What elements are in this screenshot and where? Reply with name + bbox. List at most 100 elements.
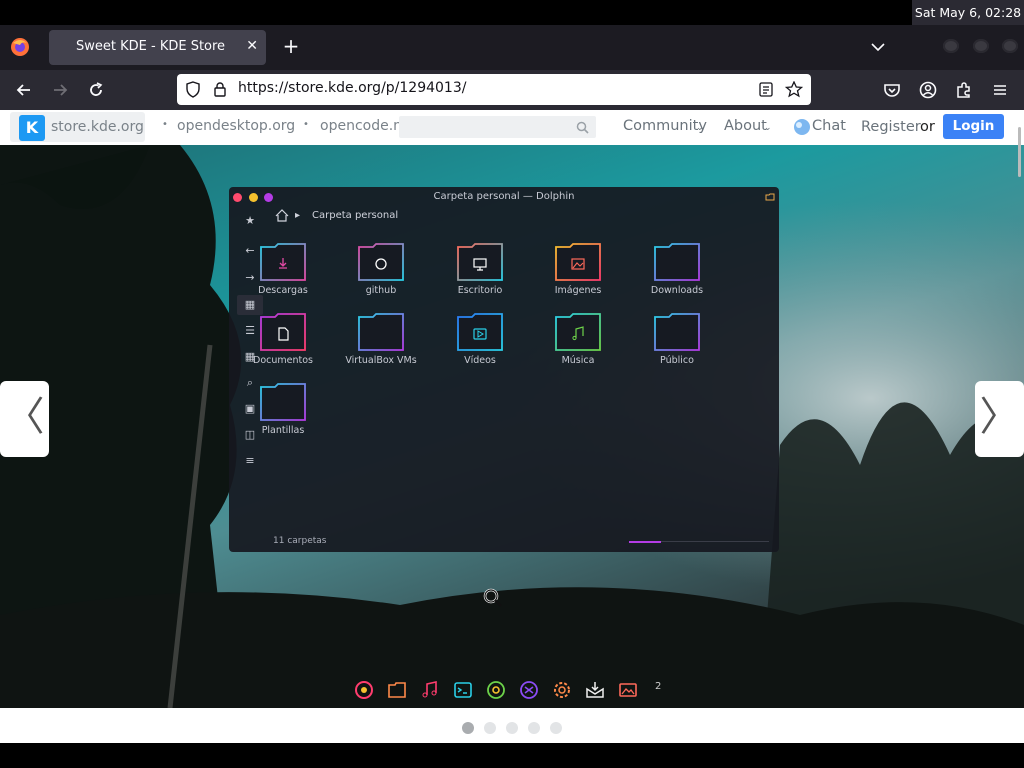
star-icon[interactable]: ★ xyxy=(243,214,257,228)
folder-label: Escritorio xyxy=(457,285,503,296)
browser-tab-strip: Sweet KDE - KDE Store ✕ + xyxy=(0,25,1024,70)
tracking-protection-shield-icon[interactable] xyxy=(185,81,201,98)
folder-label: Público xyxy=(660,355,694,366)
folder-item[interactable]: Plantillas xyxy=(238,383,328,445)
folder-label: Plantillas xyxy=(261,425,305,436)
folder-item[interactable]: Downloads xyxy=(632,243,722,305)
dock: 2 xyxy=(350,675,675,705)
firefox-icon[interactable] xyxy=(354,680,374,700)
back-arrow-icon[interactable] xyxy=(14,80,34,100)
slide-pager xyxy=(0,718,1024,738)
page-scrollbar[interactable] xyxy=(1018,127,1021,177)
folder-item[interactable]: Vídeos xyxy=(435,313,525,375)
reader-view-icon[interactable] xyxy=(759,82,773,97)
list-all-tabs-icon[interactable] xyxy=(870,39,886,55)
or-text: or xyxy=(920,119,935,135)
chevron-down-icon: ⌄ xyxy=(764,123,772,133)
folder-label: Música xyxy=(561,355,595,366)
bookmark-star-icon[interactable] xyxy=(785,81,803,98)
window-maximize-button[interactable] xyxy=(973,39,989,53)
browser-nav-bar: https://store.kde.org/p/1294013/ xyxy=(0,70,1024,110)
nav-community[interactable]: Community xyxy=(623,118,707,134)
chrome-icon[interactable] xyxy=(486,680,506,700)
zoom-out-cursor-icon xyxy=(483,588,502,607)
folder-item[interactable]: Descargas xyxy=(238,243,328,305)
menu-hamburger-icon[interactable] xyxy=(990,80,1010,100)
tab-title: Sweet KDE - KDE Store xyxy=(76,39,226,54)
menu-icon[interactable]: ≡ xyxy=(243,454,257,468)
folder-icon[interactable] xyxy=(387,680,407,700)
status-text: 11 carpetas xyxy=(273,536,327,546)
pager-dot[interactable] xyxy=(506,722,518,734)
image-viewer-icon[interactable] xyxy=(618,680,638,700)
dolphin-window[interactable]: Carpeta personal — Dolphin ★ ← → ▦ ☰ ▦ ⌕… xyxy=(229,187,779,552)
desktop-folder-icon xyxy=(457,243,503,281)
account-icon[interactable] xyxy=(918,80,938,100)
url-bar[interactable]: https://store.kde.org/p/1294013/ xyxy=(177,74,811,105)
plain-folder-icon xyxy=(654,243,700,281)
forward-arrow-icon[interactable] xyxy=(50,80,70,100)
new-tab-button[interactable]: + xyxy=(279,34,303,58)
folder-item[interactable]: Música xyxy=(533,313,623,375)
folder-label: Documentos xyxy=(253,355,313,366)
separator-dot: • xyxy=(162,119,168,130)
site-header: K store.kde.org • opendesktop.org • open… xyxy=(0,110,1024,145)
window-minimize-button[interactable] xyxy=(943,39,959,53)
pager-dot[interactable] xyxy=(484,722,496,734)
folder-item[interactable]: github xyxy=(336,243,426,305)
login-button[interactable]: Login xyxy=(943,114,1004,139)
folder-label: VirtualBox VMs xyxy=(345,355,417,366)
folder-label: Imágenes xyxy=(554,285,602,296)
site-search-input[interactable] xyxy=(399,116,596,138)
settings-icon[interactable] xyxy=(552,680,572,700)
folder-item[interactable]: Documentos xyxy=(238,313,328,375)
folder-item[interactable]: Escritorio xyxy=(435,243,525,305)
system-clock[interactable]: Sat May 6, 02:28 xyxy=(912,0,1024,25)
link-opendesktop[interactable]: opendesktop.org xyxy=(177,118,295,134)
slide-prev-button[interactable]: 〈 xyxy=(0,381,49,457)
browser-tab-active[interactable]: Sweet KDE - KDE Store ✕ xyxy=(49,30,266,65)
window-close-button[interactable] xyxy=(1002,39,1018,53)
plain-folder-icon xyxy=(358,313,404,351)
chat-bubble-icon[interactable] xyxy=(793,119,811,136)
music-icon[interactable] xyxy=(420,680,440,700)
breadcrumb[interactable]: Carpeta personal xyxy=(312,210,398,221)
folder-menu-icon[interactable] xyxy=(765,192,775,202)
pager-dot[interactable] xyxy=(528,722,540,734)
pager-dot[interactable] xyxy=(462,722,474,734)
slide-next-button[interactable]: 〉 xyxy=(975,381,1024,457)
link-opencode[interactable]: opencode.ne xyxy=(320,118,411,134)
zoom-slider-fill[interactable] xyxy=(629,541,661,543)
terminal-icon[interactable] xyxy=(453,680,473,700)
pager-dot[interactable] xyxy=(550,722,562,734)
screenshot-slide: Carpeta personal — Dolphin ★ ← → ▦ ☰ ▦ ⌕… xyxy=(0,145,1024,708)
lock-icon[interactable] xyxy=(213,81,227,98)
chevron-down-icon: ⌄ xyxy=(696,123,704,133)
home-icon[interactable] xyxy=(275,209,289,222)
installer-icon[interactable] xyxy=(585,680,605,700)
system-top-bar: Sat May 6, 02:28 xyxy=(0,0,1024,25)
github-folder-icon xyxy=(358,243,404,281)
store-brand[interactable]: K store.kde.org xyxy=(10,112,145,142)
tab-close-icon[interactable]: ✕ xyxy=(246,38,258,54)
store-brand-label[interactable]: store.kde.org xyxy=(51,119,144,135)
extensions-icon[interactable] xyxy=(954,80,974,100)
video-folder-icon xyxy=(457,313,503,351)
main-content: Carpeta personal — Dolphin ★ ← → ▦ ☰ ▦ ⌕… xyxy=(0,127,1024,743)
zoom-slider-track[interactable] xyxy=(661,541,769,542)
music-folder-icon xyxy=(555,313,601,351)
nav-chat[interactable]: Chat xyxy=(812,118,846,134)
folder-item[interactable]: Imágenes xyxy=(533,243,623,305)
folder-item[interactable]: Público xyxy=(632,313,722,375)
firefox-icon[interactable] xyxy=(10,37,30,57)
vscode-icon[interactable] xyxy=(519,680,539,700)
register-link[interactable]: Register xyxy=(861,119,921,135)
search-icon[interactable] xyxy=(576,121,589,134)
nav-about[interactable]: About xyxy=(724,118,767,134)
reload-icon[interactable] xyxy=(86,80,106,100)
workspace-badge: 2 xyxy=(655,681,662,692)
folder-item[interactable]: VirtualBox VMs xyxy=(336,313,426,375)
url-text[interactable]: https://store.kde.org/p/1294013/ xyxy=(238,80,466,96)
dolphin-title: Carpeta personal — Dolphin xyxy=(433,191,575,202)
pocket-icon[interactable] xyxy=(882,80,902,100)
